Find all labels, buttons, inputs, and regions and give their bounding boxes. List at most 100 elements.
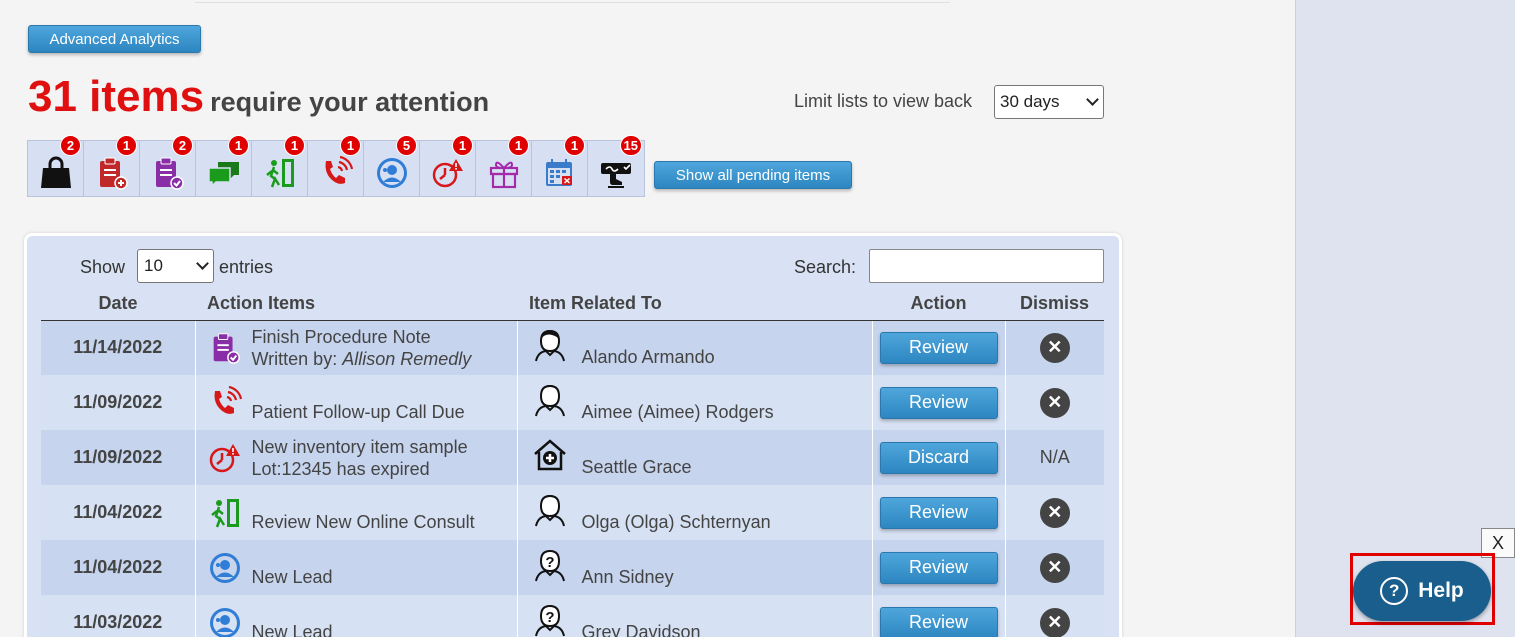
person-icon — [534, 384, 565, 417]
iconbar-clipboard-check[interactable]: 2 — [140, 135, 196, 196]
row-action-item: Patient Follow-up Call Due — [195, 375, 518, 430]
column-header-item-related-to[interactable]: Item Related To — [517, 288, 872, 321]
svg-text:?: ? — [545, 609, 554, 626]
action-item-title: New inventory item sample — [251, 436, 468, 457]
review-button[interactable]: Review — [879, 551, 998, 584]
dismiss-icon[interactable]: ✕ — [1039, 387, 1070, 418]
question-icon: ? — [1380, 577, 1409, 605]
dismiss-icon[interactable]: ✕ — [1039, 552, 1070, 583]
table-row: 11/09/2022 New inventory item sample Lot… — [41, 430, 1104, 485]
action-item-written-by: Written by: — [251, 348, 343, 369]
limit-lists-label: Limit lists to view back — [794, 91, 973, 111]
table-row: 11/04/2022 Review New Online Consult Olg… — [41, 485, 1104, 540]
badge-count: 5 — [396, 135, 417, 156]
row-date: 11/14/2022 — [41, 320, 196, 375]
row-action: Review — [872, 485, 1006, 540]
iconbar-chat[interactable]: 1 — [196, 135, 252, 196]
row-related-to: ? Grey Davidson — [517, 595, 873, 637]
row-related-to: Alando Armando — [517, 320, 873, 375]
review-button[interactable]: Review — [879, 331, 998, 364]
review-button[interactable]: Review — [879, 606, 998, 637]
calendar-cancel-icon — [545, 158, 572, 186]
iconbar-signature[interactable]: 15 — [588, 135, 644, 196]
advanced-analytics-button[interactable]: Advanced Analytics — [28, 25, 201, 53]
limit-days-value: 30 days — [1000, 92, 1060, 111]
badge-count: 1 — [508, 135, 529, 156]
search-input[interactable] — [869, 249, 1104, 283]
items-count: 31 items — [28, 72, 205, 121]
action-item-title: New Lead — [251, 621, 333, 637]
table-row: 11/09/2022 Patient Follow-up Call Due Ai… — [41, 375, 1104, 430]
action-items-table: Date Action Items Item Related To Action… — [41, 288, 1104, 637]
person-icon — [534, 330, 565, 362]
phone-call-icon — [325, 155, 353, 184]
person-icon — [534, 494, 565, 527]
iconbar-lead[interactable]: 5 — [364, 135, 420, 196]
dismiss-icon[interactable]: ✕ — [1039, 497, 1070, 528]
expired-timer-icon — [432, 158, 463, 187]
search-label: Search: — [794, 257, 857, 277]
action-item-title: Finish Procedure Note — [251, 326, 431, 347]
shopping-bag-icon — [40, 156, 71, 188]
review-button[interactable]: Review — [879, 386, 998, 419]
badge-count: 1 — [116, 135, 137, 156]
chat-icon — [207, 161, 239, 188]
iconbar-calendar-cancel[interactable]: 1 — [532, 135, 588, 196]
row-action-item: New Lead — [195, 540, 518, 595]
row-related-to: Seattle Grace — [517, 430, 873, 485]
row-date: 11/09/2022 — [41, 430, 196, 485]
row-date: 11/04/2022 — [41, 485, 196, 540]
row-action: Discard — [872, 430, 1006, 485]
exit-door-icon — [210, 498, 239, 527]
related-name[interactable]: Aimee (Aimee) Rodgers — [582, 402, 774, 423]
top-divider — [195, 2, 950, 3]
row-dismiss: N/A — [1005, 430, 1104, 485]
row-dismiss: ✕ — [1005, 485, 1104, 540]
svg-text:?: ? — [545, 554, 554, 571]
dismiss-icon[interactable]: ✕ — [1039, 332, 1070, 363]
row-action: Review — [872, 595, 1006, 637]
clinic-icon — [533, 439, 566, 471]
badge-count: 2 — [60, 135, 81, 156]
related-name[interactable]: Grey Davidson — [582, 622, 701, 637]
unknown-person-icon: ? — [534, 549, 565, 582]
lead-icon — [209, 552, 240, 583]
related-name[interactable]: Alando Armando — [582, 347, 715, 368]
iconbar-clipboard-add[interactable]: 1 — [84, 135, 140, 196]
column-header-action-items[interactable]: Action Items — [195, 288, 517, 321]
action-item-title: New Lead — [251, 566, 333, 587]
related-name[interactable]: Olga (Olga) Schternyan — [582, 512, 771, 533]
related-name[interactable]: Ann Sidney — [582, 567, 674, 588]
unknown-person-icon: ? — [534, 604, 565, 637]
column-header-date[interactable]: Date — [41, 288, 195, 321]
column-header-dismiss: Dismiss — [1005, 288, 1104, 321]
row-related-to: ? Ann Sidney — [517, 540, 873, 595]
action-item-title: Review New Online Consult — [251, 511, 475, 532]
help-button[interactable]: ? Help — [1353, 561, 1491, 621]
show-all-pending-button[interactable]: Show all pending items — [654, 161, 852, 189]
row-related-to: Olga (Olga) Schternyan — [517, 485, 873, 540]
row-action-item: Review New Online Consult — [195, 485, 518, 540]
related-name[interactable]: Seattle Grace — [582, 457, 692, 478]
lead-icon — [376, 157, 407, 188]
discard-button[interactable]: Discard — [879, 441, 998, 474]
row-related-to: Aimee (Aimee) Rodgers — [517, 375, 873, 430]
iconbar-shopping-bag[interactable]: 2 — [28, 135, 84, 196]
iconbar-phone-call[interactable]: 1 — [308, 135, 364, 196]
row-date: 11/03/2022 — [41, 595, 196, 637]
review-button[interactable]: Review — [879, 496, 998, 529]
dismiss-icon[interactable]: ✕ — [1039, 607, 1070, 637]
iconbar-gift[interactable]: 1 — [476, 135, 532, 196]
iconbar-expired-timer[interactable]: 1 — [420, 135, 476, 196]
badge-count: 1 — [284, 135, 305, 156]
iconbar-exit-door[interactable]: 1 — [252, 135, 308, 196]
entries-select[interactable]: 10 — [137, 249, 214, 283]
row-date: 11/09/2022 — [41, 375, 196, 430]
row-action-item: Finish Procedure Note Written by: Alliso… — [195, 320, 518, 375]
badge-count: 1 — [340, 135, 361, 156]
pending-items-iconbar: 2 1 2 1 1 1 5 1 1 1 15 — [27, 135, 645, 197]
row-action: Review — [872, 375, 1006, 430]
badge-count: 1 — [228, 135, 249, 156]
action-item-author: Allison Remedly — [342, 348, 472, 369]
limit-days-select[interactable]: 30 days — [994, 85, 1104, 119]
